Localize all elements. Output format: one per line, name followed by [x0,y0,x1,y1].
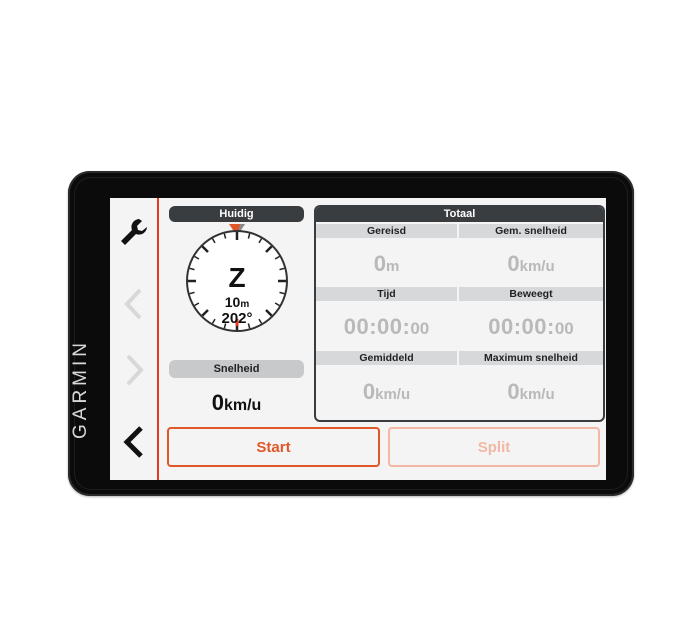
moving-main: 00:00: [488,314,555,339]
chevron-left-icon [123,288,141,320]
trip-computer-screen: Huidig Z 10m 202° Snelheid 0km/u Totaal … [110,198,606,480]
time-label: Tijd [316,287,457,301]
settings-button[interactable] [110,202,157,262]
time-seconds: 00 [410,319,430,338]
sidebar-divider [157,198,159,480]
max-speed-unit: km/u [519,386,555,403]
current-header: Huidig [169,206,304,222]
traveled-label: Gereisd [316,224,457,238]
brand-logo: GARMIN [70,339,91,439]
sidebar [110,198,157,480]
speed-unit: km/u [223,397,262,414]
total-header: Totaal [316,207,603,222]
speed-label: Snelheid [169,360,304,378]
bearing-value: 202° [221,310,253,327]
average-unit: km/u [375,386,411,403]
moving-label: Beweegt [459,287,603,301]
accuracy-value: 10 [224,294,241,310]
start-button[interactable]: Start [167,427,380,467]
chevron-left-bold-icon [122,426,143,458]
traveled-value: 0m [316,251,457,277]
time-main: 00:00: [343,314,411,339]
moving-seconds: 00 [554,319,574,338]
max-speed-number: 0 [507,379,520,404]
avg-speed-value: 0km/u [459,251,603,277]
split-button[interactable]: Split [388,427,600,467]
avg-speed-unit: km/u [519,258,555,275]
total-panel: Totaal Gereisd Gem. snelheid 0m 0km/u Ti… [314,205,605,422]
traveled-number: 0 [373,251,386,276]
average-label: Gemiddeld [316,351,457,365]
chevron-right-icon [126,354,144,386]
traveled-unit: m [385,258,400,275]
page-back-button[interactable] [110,274,157,334]
page-forward-button[interactable] [110,340,157,400]
avg-speed-label: Gem. snelheid [459,224,603,238]
max-speed-label: Maximum snelheid [459,351,603,365]
moving-value: 00:00:00 [459,314,603,340]
average-number: 0 [362,379,376,404]
speed-readout: 0km/u [159,390,314,416]
wrench-icon [120,219,147,245]
time-value: 00:00:00 [316,314,457,340]
accuracy-unit: m [240,299,250,310]
avg-speed-number: 0 [507,251,520,276]
average-value: 0km/u [316,379,457,405]
back-button[interactable] [110,412,157,472]
max-speed-value: 0km/u [459,379,603,405]
speed-value: 0 [211,390,224,415]
heading-letter: Z [228,262,246,293]
